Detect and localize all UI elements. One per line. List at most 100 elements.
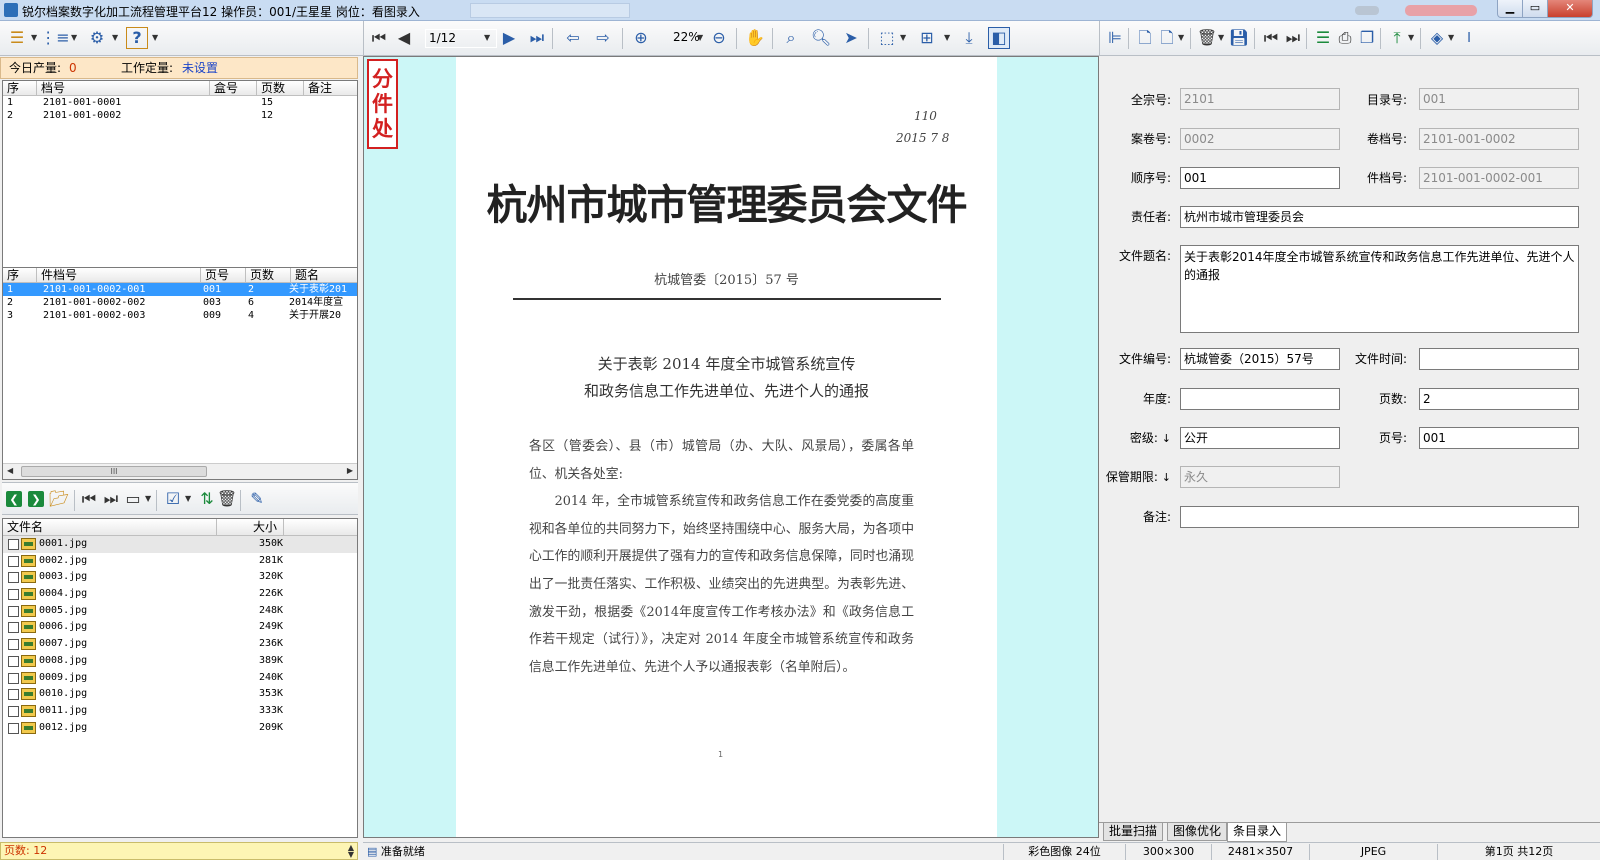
magnifier-icon[interactable]: 🔍︎ — [810, 27, 832, 49]
new-document-icon[interactable]: 🗋 — [1134, 27, 1156, 49]
checkbox-select-icon[interactable]: ☑ — [162, 488, 184, 510]
list-item[interactable]: 0008.jpg 389K — [3, 653, 357, 670]
maximize-button[interactable]: ▭ — [1522, 0, 1548, 18]
table-row[interactable]: 3 2101-001-0002-003 009 4 关于开展20 — [3, 309, 357, 322]
zoom-in-icon[interactable]: ⊕ — [630, 27, 652, 49]
list-item[interactable]: 0003.jpg 320K — [3, 569, 357, 586]
arrow-left-icon[interactable]: ⇦ — [562, 27, 584, 49]
crop-icon[interactable]: ⬚ — [876, 27, 898, 49]
chevron-down-icon[interactable]: ▼ — [152, 33, 158, 42]
first-file-icon[interactable]: ⏮ — [78, 488, 100, 510]
tab-image-optimize[interactable]: 图像优化 — [1167, 823, 1228, 841]
open-folder-icon[interactable]: 📂︎ — [48, 488, 70, 510]
catalog-field[interactable]: 001 — [1419, 88, 1579, 110]
import-icon[interactable]: ⤒ — [1386, 27, 1408, 49]
page-dropdown-icon[interactable]: ▼ — [484, 33, 490, 42]
chevron-down-icon[interactable]: ▼ — [900, 33, 906, 42]
print-icon[interactable]: ⎙ — [1334, 27, 1356, 49]
tab-entry-input[interactable]: 条目录入 — [1227, 823, 1288, 842]
hand-pan-icon[interactable]: ✋ — [744, 27, 766, 49]
split-marker-label[interactable]: 分件处 — [367, 59, 398, 149]
doc-number-field[interactable]: 杭城管委（2015）57号 — [1180, 348, 1340, 370]
column-header[interactable]: 题名 — [291, 268, 357, 283]
document-icon[interactable]: 🗋 — [1156, 27, 1178, 49]
text-icon[interactable]: Ⅰ — [1458, 27, 1480, 49]
image-viewer[interactable]: 分件处 110 2015 7 8 杭州市城市管理委员会文件 杭城管委〔2015〕… — [363, 56, 1099, 838]
column-header[interactable]: 文件名 — [3, 519, 217, 536]
table-row[interactable]: 1 2101-001-0001 15 — [3, 96, 357, 109]
work-quota-value[interactable]: 未设置 — [182, 58, 218, 78]
list-view-icon[interactable]: ☰ — [1312, 27, 1334, 49]
last-file-icon[interactable]: ⏭ — [100, 488, 122, 510]
table-row[interactable]: 2 2101-001-0002-002 003 6 2014年度宣 — [3, 296, 357, 309]
delete-icon[interactable]: 🗑︎ — [1196, 27, 1218, 49]
arrow-right-icon[interactable]: ⇨ — [592, 27, 614, 49]
column-header[interactable]: 档号 — [37, 81, 210, 96]
spinner-arrows-icon[interactable]: ▲ ▼ — [348, 844, 354, 859]
chevron-down-icon[interactable]: ▼ — [31, 33, 37, 42]
column-header[interactable]: 件档号 — [37, 268, 201, 283]
tab-batch-scan[interactable]: 批量扫描 — [1103, 823, 1164, 841]
table-row[interactable]: 2 2101-001-0002 12 — [3, 109, 357, 122]
file-checkbox[interactable] — [8, 689, 19, 701]
file-checkbox[interactable] — [8, 655, 19, 667]
file-checkbox[interactable] — [8, 555, 19, 567]
column-header[interactable]: 备注 — [304, 81, 357, 96]
zoom-rect-icon[interactable]: ⌕ — [780, 27, 802, 49]
page-no-field[interactable]: 001 — [1419, 427, 1579, 449]
column-header[interactable]: 盒号 — [210, 81, 257, 96]
column-header[interactable]: 序 — [3, 268, 37, 283]
chevron-down-icon[interactable]: ▼ — [71, 33, 77, 42]
responsible-field[interactable]: 杭州市城市管理委员会 — [1180, 206, 1579, 228]
panel-toggle-icon[interactable]: ◧ — [988, 27, 1010, 49]
item-code-field[interactable]: 2101-001-0002-001 — [1419, 167, 1579, 189]
prev-green-icon[interactable]: ❮ — [6, 491, 22, 507]
close-button[interactable]: ✕ — [1547, 0, 1593, 18]
remark-field[interactable] — [1180, 506, 1579, 528]
last-page-icon[interactable]: ⏭ — [526, 27, 548, 49]
chevron-down-icon[interactable]: ▼ — [1408, 33, 1414, 42]
chevron-down-icon[interactable]: ▼ — [1218, 33, 1224, 42]
list-item[interactable]: 0011.jpg 333K — [3, 703, 357, 720]
dropdown-arrow-icon[interactable]: ↓ — [1162, 471, 1171, 484]
pages-field[interactable]: 2 — [1419, 388, 1579, 410]
column-header[interactable]: 页数 — [257, 81, 304, 96]
year-field[interactable] — [1180, 388, 1340, 410]
help-icon[interactable]: ? — [126, 27, 148, 49]
file-checkbox[interactable] — [8, 605, 19, 617]
minimize-button[interactable]: ▁ — [1497, 0, 1523, 18]
volume-code-field[interactable]: 2101-001-0002 — [1419, 128, 1579, 150]
download-icon[interactable]: ⤓ — [958, 27, 980, 49]
first-page-icon[interactable]: ⏮ — [368, 27, 390, 49]
file-checkbox[interactable] — [8, 589, 19, 601]
chevron-down-icon[interactable]: ▼ — [145, 494, 151, 503]
pointer-icon[interactable]: ➤ — [840, 27, 862, 49]
zoom-out-icon[interactable]: ⊖ — [708, 27, 730, 49]
list-item[interactable]: 0007.jpg 236K — [3, 636, 357, 653]
edit-icon[interactable]: ✎ — [246, 488, 268, 510]
file-checkbox[interactable] — [8, 672, 19, 684]
column-header[interactable]: 序 — [3, 81, 37, 96]
list-item[interactable]: 0004.jpg 226K — [3, 586, 357, 603]
chevron-down-icon[interactable]: ▼ — [1178, 33, 1184, 42]
column-header[interactable]: 页号 — [201, 268, 246, 283]
save-icon[interactable]: 💾︎ — [1228, 27, 1250, 49]
document-page-image[interactable]: 110 2015 7 8 杭州市城市管理委员会文件 杭城管委〔2015〕57 号… — [456, 57, 997, 837]
chevron-down-icon[interactable]: ▼ — [1448, 33, 1454, 42]
previous-page-icon[interactable]: ◀ — [393, 27, 415, 49]
column-header[interactable]: 大小 — [217, 519, 284, 536]
list-item[interactable]: 0009.jpg 240K — [3, 670, 357, 687]
list-item[interactable]: 0012.jpg 209K — [3, 720, 357, 737]
task-list-icon[interactable]: ☰ — [6, 27, 28, 49]
list-item[interactable]: 0001.jpg 350K — [3, 536, 357, 553]
refresh-icon[interactable]: ⇅ — [196, 488, 218, 510]
doc-time-field[interactable] — [1419, 348, 1579, 370]
secrecy-field[interactable]: 公开 — [1180, 427, 1340, 449]
list-item[interactable]: 0006.jpg 249K — [3, 619, 357, 636]
chevron-down-icon[interactable]: ▼ — [944, 33, 950, 42]
list-indent-icon[interactable]: ⋮≡ — [40, 27, 69, 49]
horizontal-scrollbar[interactable]: ◀ III ▶ — [3, 463, 357, 479]
doc-title-field[interactable]: 关于表彰2014年度全市城管系统宣传和政务信息工作先进单位、先进个人的通报 — [1180, 245, 1579, 333]
case-field[interactable]: 0002 — [1180, 128, 1340, 150]
layers-icon[interactable]: ◈ — [1426, 27, 1448, 49]
